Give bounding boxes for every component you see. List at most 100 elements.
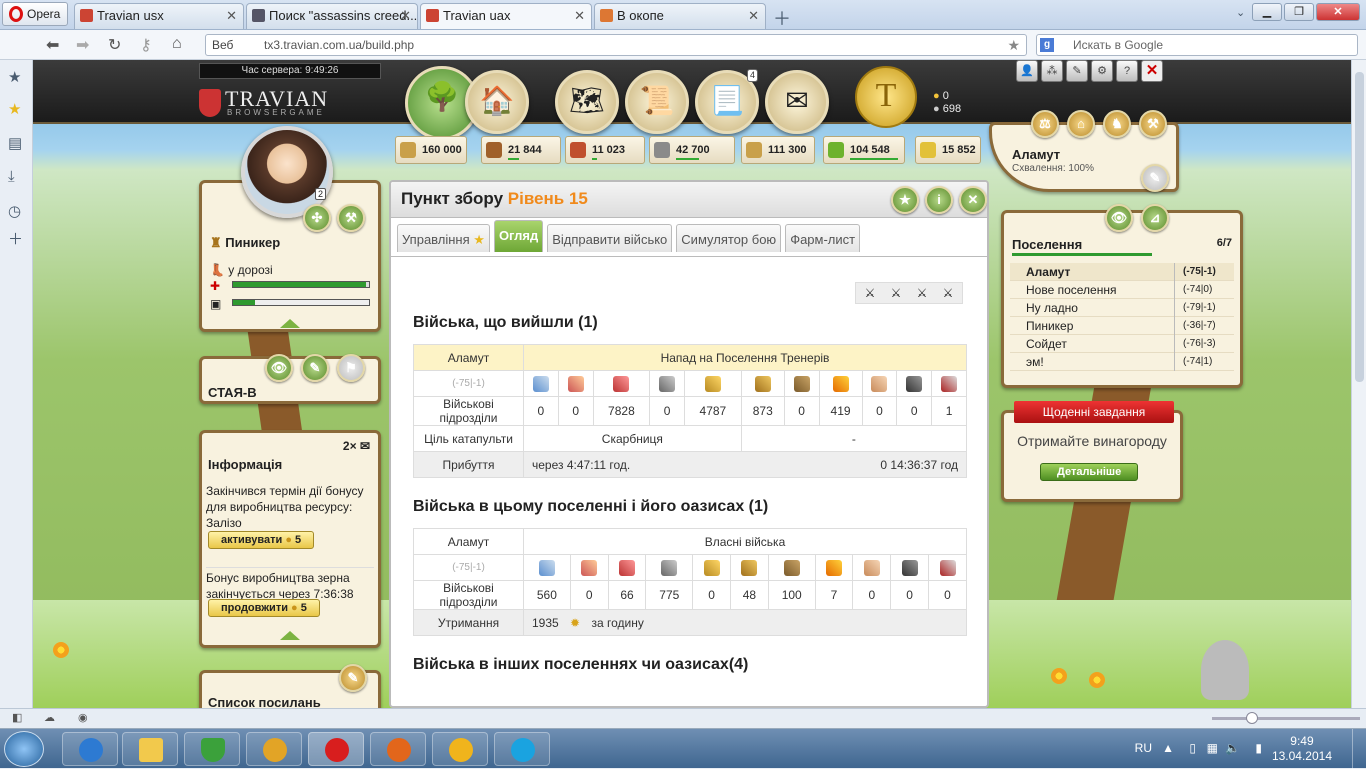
opera-menu-button[interactable]: Opera	[2, 2, 68, 26]
tab-list-chevron-down-icon[interactable]: ⌄	[1236, 6, 1245, 19]
warehouse-capacity[interactable]: 160 000	[395, 136, 467, 164]
close-tab-icon[interactable]: ✕	[400, 4, 411, 28]
favorite-button[interactable]: ★	[891, 186, 919, 214]
taskbar-firefox-icon[interactable]	[370, 732, 426, 766]
speed-dial-star-icon[interactable]: ★	[8, 100, 21, 118]
taskbar-opera-icon[interactable]	[308, 732, 364, 766]
site-info-label[interactable]: Веб	[212, 35, 233, 55]
edit-village-name-button[interactable]: ✎	[1141, 164, 1169, 192]
tray-expand-chevron-up-icon[interactable]: ▲	[1162, 741, 1174, 755]
panel-toggle-icon[interactable]: ◧	[12, 711, 22, 724]
links-title[interactable]: Список посилань	[208, 695, 321, 708]
tab-management[interactable]: Управління ★	[397, 224, 490, 252]
villages-statistics-button[interactable]: ⊿	[1141, 204, 1169, 232]
taskbar-clock[interactable]: 9:49 13.04.2014	[1272, 734, 1332, 764]
village-list-item[interactable]: эм! (-74|1)	[1010, 353, 1234, 371]
home-coords[interactable]: (-75|-1)	[413, 554, 524, 581]
minimize-icon[interactable]: ▁	[1252, 3, 1282, 21]
alliance-forum-button[interactable]: ✎	[301, 354, 329, 382]
browser-tab-3[interactable]: Travian uax ✕	[420, 3, 592, 29]
speed-icon[interactable]: ◉	[78, 711, 88, 724]
maximize-icon[interactable]: ❐	[1284, 3, 1314, 21]
reload-icon[interactable]: ↻	[108, 35, 121, 55]
taskbar-security-icon[interactable]	[184, 732, 240, 766]
building-info-button[interactable]: i	[925, 186, 953, 214]
help-icon[interactable]: ?	[1116, 60, 1138, 82]
browser-tab-2[interactable]: Поиск "assassins creed... ✕	[246, 3, 418, 29]
alliance-flag-button[interactable]: ⚑	[337, 354, 365, 382]
key-icon[interactable]: ⚷	[140, 35, 152, 55]
tab-farm-list[interactable]: Фарм-лист	[785, 224, 861, 252]
show-desktop-button[interactable]	[1352, 729, 1366, 769]
start-button[interactable]	[4, 731, 44, 767]
hero-adventures-button[interactable]: ✣	[303, 204, 331, 232]
gold-club-button[interactable]: T	[855, 66, 917, 128]
crop-resource[interactable]: 104 548	[823, 136, 905, 164]
map-button[interactable]: 🗺	[555, 70, 619, 134]
village-tools-button[interactable]: ⚒	[1139, 110, 1167, 138]
logout-icon[interactable]: ✕	[1141, 60, 1163, 82]
volume-icon[interactable]: 🔈	[1225, 741, 1240, 755]
language-indicator[interactable]: RU	[1135, 741, 1152, 755]
daily-details-button[interactable]: Детальніше	[1040, 463, 1139, 481]
add-panel-icon[interactable]: ＋	[8, 228, 23, 249]
village-list-item[interactable]: Сойдет (-76|-3)	[1010, 335, 1234, 353]
clay-resource[interactable]: 11 023	[565, 136, 645, 164]
page-scrollbar[interactable]	[1351, 60, 1366, 708]
tray-flag-icon[interactable]: ▯	[1189, 741, 1196, 755]
village-center-button[interactable]: 🏠	[465, 70, 529, 134]
statistics-button[interactable]: 📜	[625, 70, 689, 134]
zoom-slider[interactable]	[1212, 712, 1360, 724]
url-field[interactable]: Веб tx3.travian.com.ua/build.php ★	[205, 34, 1027, 56]
scrollbar-thumb[interactable]	[1355, 72, 1364, 382]
wood-resource[interactable]: 21 844	[481, 136, 561, 164]
edit-links-button[interactable]: ✎	[339, 664, 367, 692]
tab-overview[interactable]: Огляд	[493, 220, 544, 252]
taskbar-explorer-icon[interactable]	[122, 732, 178, 766]
daily-quests-title[interactable]: Щоденні завдання	[1014, 401, 1174, 423]
close-tab-icon[interactable]: ✕	[574, 4, 585, 28]
forward-icon[interactable]: ➡	[76, 35, 89, 55]
alliance-name[interactable]: СТАЯ-В	[208, 385, 257, 400]
taskbar-media-icon[interactable]	[62, 732, 118, 766]
hero-name-row[interactable]: ♜ Пиникер	[210, 235, 280, 251]
browser-tab-1[interactable]: Travian usx ✕	[74, 3, 244, 29]
hero-auctions-button[interactable]: ⚒	[337, 204, 365, 232]
origin-coords[interactable]: (-75|-1)	[413, 370, 524, 397]
close-window-icon[interactable]: ✕	[1316, 3, 1360, 21]
activate-bonus-button[interactable]: активувати ● 5	[208, 531, 315, 549]
info-count[interactable]: 2× ✉	[343, 439, 370, 453]
village-troops-button[interactable]: ♞	[1103, 110, 1131, 138]
profile-icon[interactable]: 👤	[1016, 60, 1038, 82]
villages-overview-button[interactable]: 👁	[1105, 204, 1133, 232]
back-icon[interactable]: ⬅	[46, 35, 59, 55]
messages-button[interactable]: ✉	[765, 70, 829, 134]
village-buildings-button[interactable]: ⌂	[1067, 110, 1095, 138]
notes-icon[interactable]: ▤	[8, 134, 22, 152]
zoom-slider-thumb[interactable]	[1246, 712, 1258, 724]
taskbar-skype-icon[interactable]	[494, 732, 550, 766]
close-tab-icon[interactable]: ✕	[748, 4, 759, 28]
collapse-arrow-icon[interactable]	[280, 631, 300, 640]
extend-bonus-button[interactable]: продовжити ● 5	[208, 599, 320, 617]
taskbar-game-icon[interactable]	[432, 732, 488, 766]
attack-target-link[interactable]: Напад на Поселення Тренерів	[523, 344, 967, 371]
history-icon[interactable]: ◷	[8, 202, 21, 220]
home-village-link[interactable]: Аламут	[413, 528, 524, 555]
village-list-item[interactable]: Нове поселення (-74|0)	[1010, 281, 1234, 299]
taskbar-network-icon[interactable]	[246, 732, 302, 766]
village-statistics-button[interactable]: ⚖	[1031, 110, 1059, 138]
turbo-cloud-icon[interactable]: ☁	[44, 711, 55, 724]
downloads-icon[interactable]: ⤓	[8, 168, 15, 185]
bookmarks-star-icon[interactable]: ★	[8, 68, 21, 86]
travian-logo[interactable]: TRAVIAN BROWSERGAME	[199, 86, 327, 122]
village-list-item[interactable]: Аламут (-75|-1)	[1010, 263, 1234, 281]
tab-combat-simulator[interactable]: Симулятор бою	[676, 224, 782, 252]
village-name[interactable]: Аламут	[1012, 147, 1060, 162]
network-icon[interactable]: ▦	[1207, 741, 1218, 755]
power-icon[interactable]: ▮	[1255, 741, 1262, 755]
iron-resource[interactable]: 42 700	[649, 136, 735, 164]
settings-icon[interactable]: ⚙	[1091, 60, 1113, 82]
granary-capacity[interactable]: 111 300	[741, 136, 815, 164]
alliance-overview-button[interactable]: 👁	[265, 354, 293, 382]
